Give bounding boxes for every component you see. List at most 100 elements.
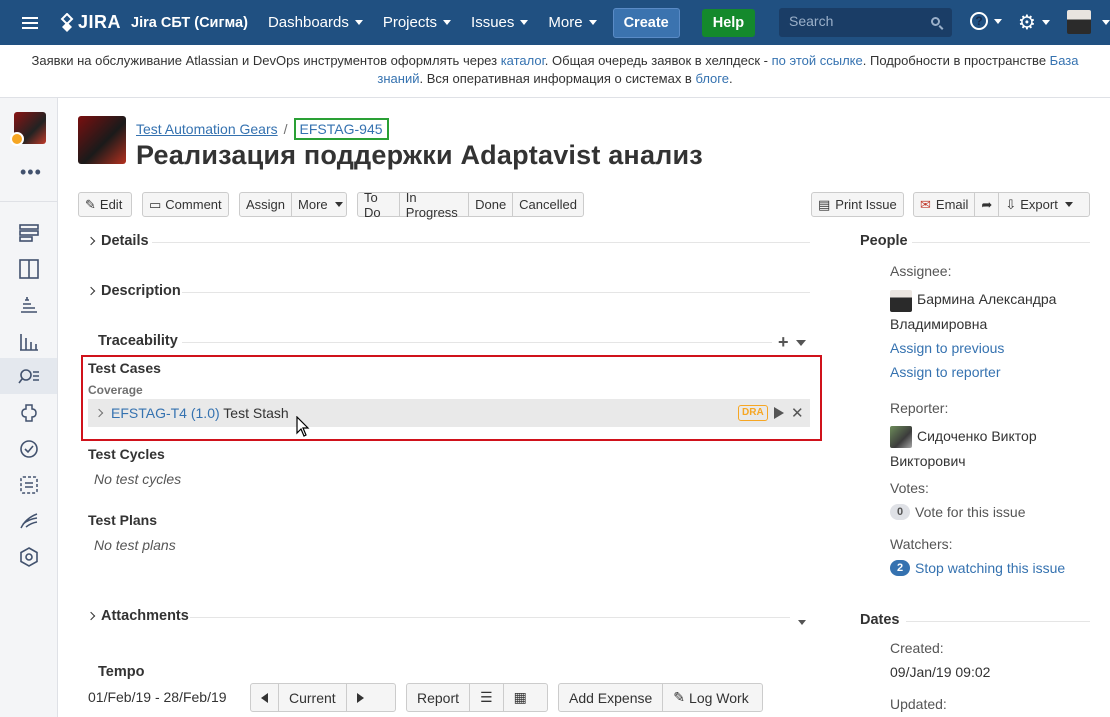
search-placeholder: Search [789, 13, 834, 29]
catalog-link[interactable]: каталог [501, 53, 545, 68]
mouse-cursor-icon [296, 416, 310, 437]
banner-text-1: Заявки на обслуживание Atlassian и DevOp… [31, 53, 501, 68]
board-icon[interactable] [18, 258, 40, 280]
edit-button[interactable]: ✎ Edit [78, 192, 132, 217]
email-icon: ✉ [920, 196, 931, 212]
in-progress-button[interactable]: In Progress [398, 190, 468, 220]
reporter-name-line1[interactable]: Сидоченко Виктор [917, 428, 1037, 444]
previous-period-button[interactable] [251, 684, 278, 711]
issue-key-highlight: EFSTAG-945 [293, 118, 389, 140]
test-case-item: EFSTAG-T4 (1.0) Test Stash [111, 405, 289, 421]
comment-icon: ▭ [149, 196, 162, 212]
test-cycles-icon[interactable] [18, 474, 40, 496]
jira-logo[interactable]: JIRA [58, 12, 121, 33]
log-work-button[interactable]: ✎ Log Work [662, 684, 758, 711]
attachments-toggle[interactable]: Attachments [86, 608, 189, 624]
list-view-button[interactable]: ☰ [469, 684, 503, 711]
app-name[interactable]: Jira СБТ (Сигма) [131, 15, 248, 31]
print-issue-button[interactable]: ▤ Print Issue [811, 192, 904, 217]
chevron-down-icon[interactable] [1102, 20, 1110, 25]
project-link[interactable]: Test Automation Gears [136, 121, 278, 137]
user-avatar[interactable] [1067, 10, 1091, 34]
nav-dashboards[interactable]: Dashboards [268, 14, 363, 31]
issues-search-icon[interactable] [18, 366, 40, 388]
hexagon-icon[interactable] [18, 546, 40, 568]
draft-status-badge: DRA [738, 405, 768, 421]
test-case-key-link[interactable]: EFSTAG-T4 (1.0) [111, 405, 220, 421]
blog-link[interactable]: блоге [695, 71, 729, 86]
helpdesk-link[interactable]: по этой ссылке [772, 53, 863, 68]
menu-icon[interactable] [10, 0, 50, 45]
grid-view-button[interactable]: ▦ [502, 684, 537, 711]
chevron-down-icon[interactable] [796, 340, 806, 346]
banner-text-5: . [728, 71, 733, 86]
assignee-name-line1[interactable]: Бармина Александра [917, 291, 1056, 307]
tempo-period-nav: Current [250, 683, 396, 712]
divider [182, 342, 772, 343]
cancelled-button[interactable]: Cancelled [512, 193, 583, 216]
issue-key-link[interactable]: EFSTAG-945 [300, 121, 383, 137]
nav-issues[interactable]: Issues [471, 14, 529, 31]
list-icon: ☰ [480, 689, 493, 705]
people-heading: People [860, 233, 908, 249]
project-avatar-large [78, 116, 126, 164]
assign-to-previous-link[interactable]: Assign to previous [890, 340, 1004, 356]
reporter-name-line2[interactable]: Викторович [890, 453, 966, 469]
search-input[interactable]: Search [779, 8, 952, 37]
gear-icon: ⚙ [1018, 12, 1036, 34]
assign-to-reporter-link[interactable]: Assign to reporter [890, 364, 1001, 380]
help-menu[interactable]: ? [970, 12, 1002, 30]
watch-row[interactable]: 2 Stop watching this issue [890, 560, 1065, 576]
help-button[interactable]: Help [701, 8, 756, 37]
chevron-down-icon [1064, 202, 1073, 207]
comment-button[interactable]: ▭ Comment [142, 192, 229, 217]
breadcrumb-separator: / [283, 121, 288, 137]
issue-title[interactable]: Реализация поддержки Adaptavist анализ [136, 140, 703, 171]
todo-button[interactable]: To Do [358, 190, 399, 220]
details-toggle[interactable]: Details [86, 233, 149, 249]
no-test-cycles-text: No test cycles [94, 471, 182, 487]
details-heading: Details [101, 233, 149, 249]
email-button[interactable]: ✉ Email [914, 193, 974, 216]
share-button[interactable]: ➦ [974, 193, 998, 216]
settings-menu[interactable]: ⚙ [1018, 10, 1050, 35]
clock-icon[interactable] [18, 438, 40, 460]
backlog-icon[interactable] [18, 222, 40, 244]
stop-watching-link[interactable]: Stop watching this issue [915, 560, 1065, 576]
votes-label: Votes: [890, 480, 929, 496]
assignee-name-line2[interactable]: Владимировна [890, 316, 987, 332]
created-value: 09/Jan/19 09:02 [890, 664, 991, 680]
reports-icon[interactable] [18, 330, 40, 352]
create-button[interactable]: Create [612, 7, 680, 38]
releases-icon[interactable] [18, 294, 40, 316]
announcement-banner: Заявки на обслуживание Atlassian и DevOp… [0, 45, 1110, 98]
done-button[interactable]: Done [468, 193, 512, 216]
coverage-label: Coverage [88, 383, 143, 397]
arrow-right-icon [356, 692, 364, 703]
components-icon[interactable] [18, 402, 40, 424]
close-icon[interactable]: ✕ [791, 404, 804, 422]
vote-row[interactable]: 0 Vote for this issue [890, 504, 1026, 520]
assign-more-group: Assign More [239, 192, 347, 217]
play-icon[interactable] [774, 407, 784, 419]
dates-heading: Dates [860, 612, 900, 628]
add-expense-button[interactable]: Add Expense [559, 684, 662, 711]
current-period-button[interactable]: Current [278, 684, 346, 711]
test-plans-heading: Test Plans [88, 512, 157, 528]
description-toggle[interactable]: Description [86, 283, 181, 299]
nav-projects[interactable]: Projects [383, 14, 452, 31]
more-button[interactable]: More [291, 193, 349, 216]
wings-icon[interactable] [18, 510, 40, 532]
description-heading: Description [101, 283, 181, 299]
report-button[interactable]: Report [407, 684, 469, 711]
more-icon[interactable]: ••• [20, 162, 42, 183]
votes-count-badge: 0 [890, 504, 910, 520]
assign-button[interactable]: Assign [240, 193, 291, 216]
chevron-down-icon[interactable] [798, 620, 806, 625]
next-period-button[interactable] [345, 684, 374, 711]
nav-more[interactable]: More [548, 14, 597, 31]
divider [190, 617, 790, 618]
export-button[interactable]: ⇩ Export [998, 193, 1078, 216]
divider [912, 242, 1090, 243]
plus-icon[interactable]: + [778, 332, 789, 353]
